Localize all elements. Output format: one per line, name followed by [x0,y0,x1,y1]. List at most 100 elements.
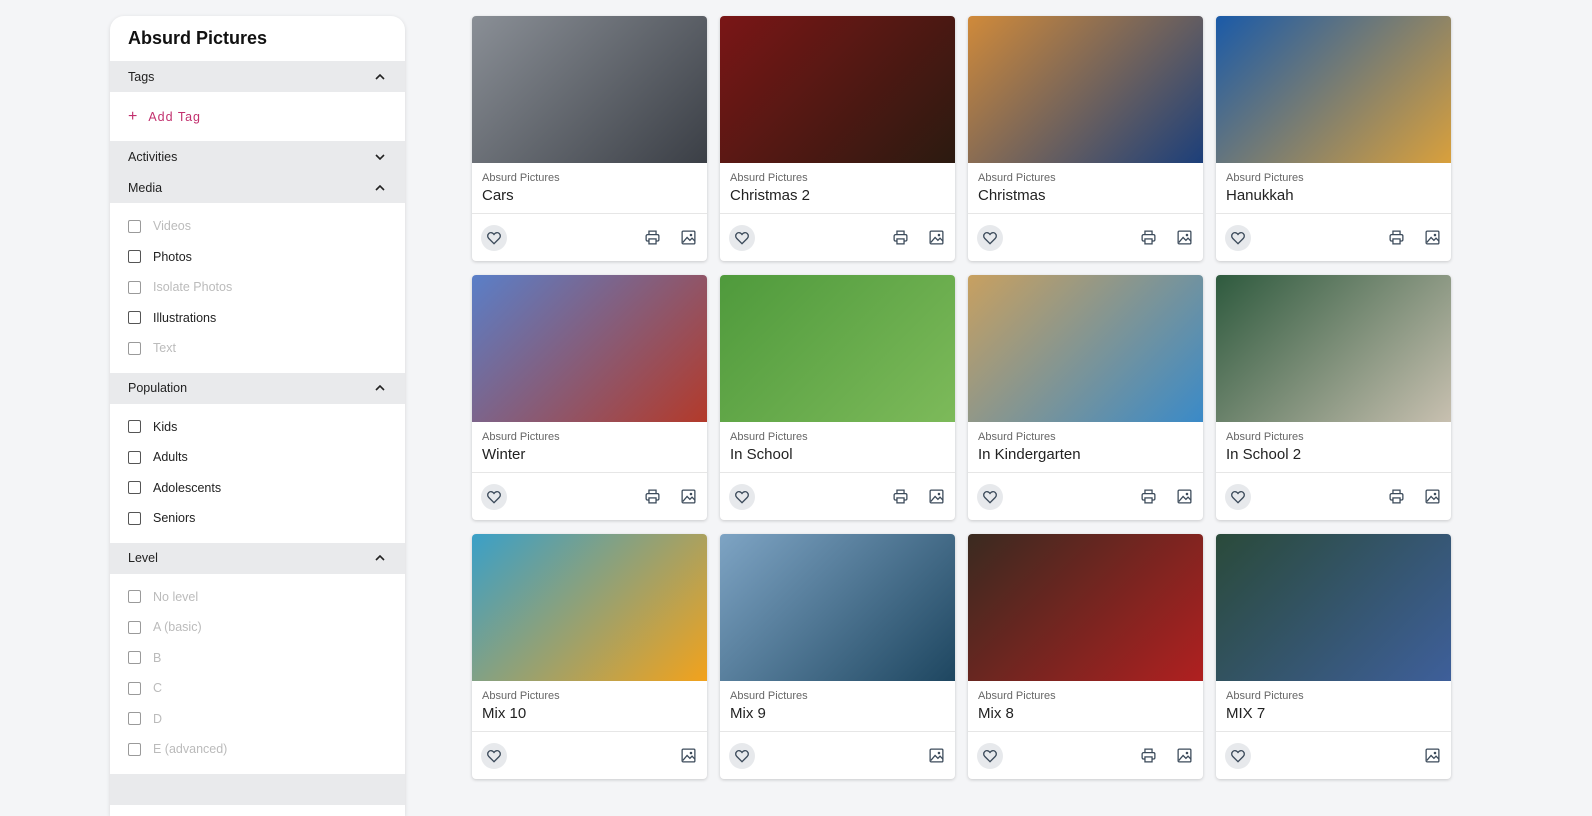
heart-icon[interactable] [481,483,507,510]
population-option-label: Adults [153,450,188,465]
picture-thumbnail[interactable] [720,534,955,681]
printer-icon[interactable] [1137,745,1159,767]
media-option[interactable]: Photos [110,242,405,273]
checkbox[interactable] [128,450,141,464]
heart-icon[interactable] [729,483,755,510]
population-option[interactable]: Kids [110,412,405,443]
printer-icon[interactable] [889,486,911,508]
checkbox [128,219,141,233]
checkbox[interactable] [128,420,141,434]
image-icon[interactable] [925,486,947,508]
card-actions [472,732,707,779]
section-header-level[interactable]: Level [110,542,405,574]
picture-thumbnail[interactable] [1216,16,1451,163]
level-option: B [110,643,405,674]
population-option[interactable]: Adults [110,442,405,473]
level-option: D [110,704,405,735]
picture-card[interactable]: Absurd Pictures Mix 9 [720,534,955,779]
section-header-population[interactable]: Population [110,372,405,404]
picture-card[interactable]: Absurd Pictures Cars [472,16,707,261]
level-options: No level A (basic) B C D E (advanced) [110,574,405,774]
image-icon[interactable] [1421,745,1443,767]
picture-card[interactable]: Absurd Pictures In School 2 [1216,275,1451,520]
heart-icon[interactable] [977,483,1003,510]
checkbox[interactable] [128,250,141,264]
heart-icon[interactable] [481,224,507,251]
picture-card[interactable]: Absurd Pictures Mix 8 [968,534,1203,779]
image-icon[interactable] [1421,486,1443,508]
picture-thumbnail[interactable] [472,275,707,422]
image-icon[interactable] [925,227,947,249]
picture-thumbnail[interactable] [968,275,1203,422]
heart-icon[interactable] [977,742,1003,769]
section-header-tags[interactable]: Tags [110,61,405,92]
picture-thumbnail[interactable] [720,16,955,163]
image-icon[interactable] [1173,227,1195,249]
image-icon[interactable] [677,486,699,508]
checkbox[interactable] [128,481,141,495]
plus-icon: + [128,107,139,125]
image-icon[interactable] [1173,486,1195,508]
heart-icon[interactable] [977,224,1003,251]
picture-thumbnail[interactable] [472,534,707,681]
add-tag-button[interactable]: + Add Tag [110,92,405,141]
picture-card[interactable]: Absurd Pictures Mix 10 [472,534,707,779]
printer-icon[interactable] [1385,486,1407,508]
heart-icon[interactable] [1225,483,1251,510]
heart-icon[interactable] [481,742,507,769]
checkbox[interactable] [128,311,141,325]
chevron-up-icon [373,551,387,565]
card-actions [472,214,707,261]
picture-card[interactable]: Absurd Pictures Christmas 2 [720,16,955,261]
image-icon[interactable] [1421,227,1443,249]
printer-icon[interactable] [641,486,663,508]
picture-thumbnail[interactable] [968,16,1203,163]
picture-card[interactable]: Absurd Pictures In Kindergarten [968,275,1203,520]
card-actions [968,214,1203,261]
card-title: Mix 8 [978,705,1014,722]
image-icon[interactable] [677,227,699,249]
chevron-up-icon [373,70,387,84]
heart-icon[interactable] [729,742,755,769]
printer-icon[interactable] [1137,227,1159,249]
card-category: Absurd Pictures [978,690,1056,702]
printer-icon[interactable] [1137,486,1159,508]
card-info: Absurd Pictures Hanukkah [1216,163,1451,214]
section-header-media[interactable]: Media [110,172,405,203]
heart-icon[interactable] [1225,224,1251,251]
picture-card[interactable]: Absurd Pictures Winter [472,275,707,520]
card-category: Absurd Pictures [1226,690,1304,702]
image-icon[interactable] [925,745,947,767]
section-header-next[interactable] [110,773,405,805]
picture-card[interactable]: Absurd Pictures Hanukkah [1216,16,1451,261]
media-option: Isolate Photos [110,272,405,303]
picture-thumbnail[interactable] [968,534,1203,681]
section-label-level: Level [128,551,158,565]
picture-thumbnail[interactable] [720,275,955,422]
heart-icon[interactable] [729,224,755,251]
picture-card[interactable]: Absurd Pictures MIX 7 [1216,534,1451,779]
media-option-label: Text [153,341,176,356]
picture-card[interactable]: Absurd Pictures In School [720,275,955,520]
printer-icon[interactable] [889,227,911,249]
population-option[interactable]: Seniors [110,503,405,534]
image-icon[interactable] [677,745,699,767]
picture-card[interactable]: Absurd Pictures Christmas [968,16,1203,261]
population-option-label: Adolescents [153,480,222,495]
heart-icon[interactable] [1225,742,1251,769]
picture-thumbnail[interactable] [472,16,707,163]
card-category: Absurd Pictures [1226,172,1304,184]
card-category: Absurd Pictures [978,431,1056,443]
checkbox[interactable] [128,511,141,525]
printer-icon[interactable] [1385,227,1407,249]
section-label-activities: Activities [128,149,178,164]
card-actions [472,473,707,520]
population-option[interactable]: Adolescents [110,473,405,504]
media-option[interactable]: Illustrations [110,303,405,334]
picture-thumbnail[interactable] [1216,534,1451,681]
printer-icon[interactable] [641,227,663,249]
section-header-activities[interactable]: Activities [110,141,405,172]
population-options: Kids Adults Adolescents Seniors [110,404,405,543]
image-icon[interactable] [1173,745,1195,767]
picture-thumbnail[interactable] [1216,275,1451,422]
